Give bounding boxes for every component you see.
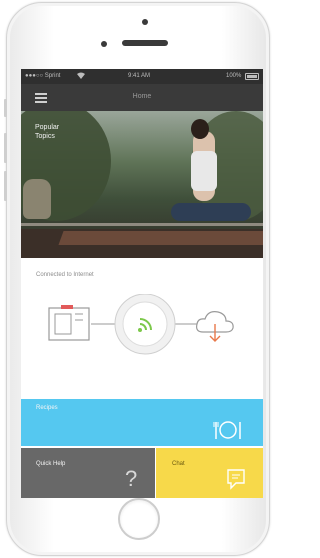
quick-help-label: Quick Help [36, 461, 66, 467]
person-head [191, 119, 209, 139]
carrier-signal: ●●●○○ Sprint [25, 73, 61, 79]
chat-tile[interactable]: Chat [156, 448, 263, 498]
app-screen: ●●●○○ Sprint 9:41 AM 100% Home Popular T… [21, 69, 263, 498]
dish-utensils-icon [213, 421, 241, 439]
hero-caption-line2: Topics [35, 133, 55, 140]
yoga-mat [58, 231, 263, 245]
connection-status: Connected to Internet [36, 272, 94, 278]
front-camera [142, 19, 148, 25]
chat-bubble-icon [227, 469, 245, 490]
hero-image[interactable]: Popular Topics [21, 111, 263, 258]
hero-caption-line1: Popular [35, 124, 60, 131]
wifi-icon[interactable] [114, 294, 176, 355]
home-button[interactable] [118, 498, 160, 540]
proximity-sensor [101, 41, 107, 47]
mute-switch [4, 99, 7, 117]
hero-caption: Popular Topics [35, 123, 59, 141]
appliance-icon[interactable] [48, 305, 90, 341]
earpiece-speaker [122, 40, 168, 46]
question-mark-icon: ? [125, 466, 138, 491]
volume-up-button [4, 133, 7, 163]
person-legs [171, 203, 251, 221]
page-title: Home [132, 93, 152, 100]
person-shirt [191, 151, 217, 191]
battery-percent: 100% [226, 73, 242, 79]
recipes-label: Recipes [36, 405, 58, 411]
nav-bar: Home [21, 84, 263, 111]
status-time: 9:41 AM [128, 73, 151, 79]
wifi-status-icon [77, 72, 85, 81]
cloud-download-icon[interactable] [196, 311, 234, 342]
recipes-tile[interactable]: Recipes [21, 399, 263, 446]
connection-diagram [48, 294, 234, 355]
planter-pot [23, 179, 51, 219]
chat-label: Chat [172, 461, 185, 467]
battery-icon [245, 73, 259, 80]
status-bar: ●●●○○ Sprint 9:41 AM 100% [21, 69, 263, 84]
volume-down-button [4, 171, 7, 201]
railing [21, 223, 263, 226]
quick-help-tile[interactable]: Quick Help ? [21, 448, 155, 498]
